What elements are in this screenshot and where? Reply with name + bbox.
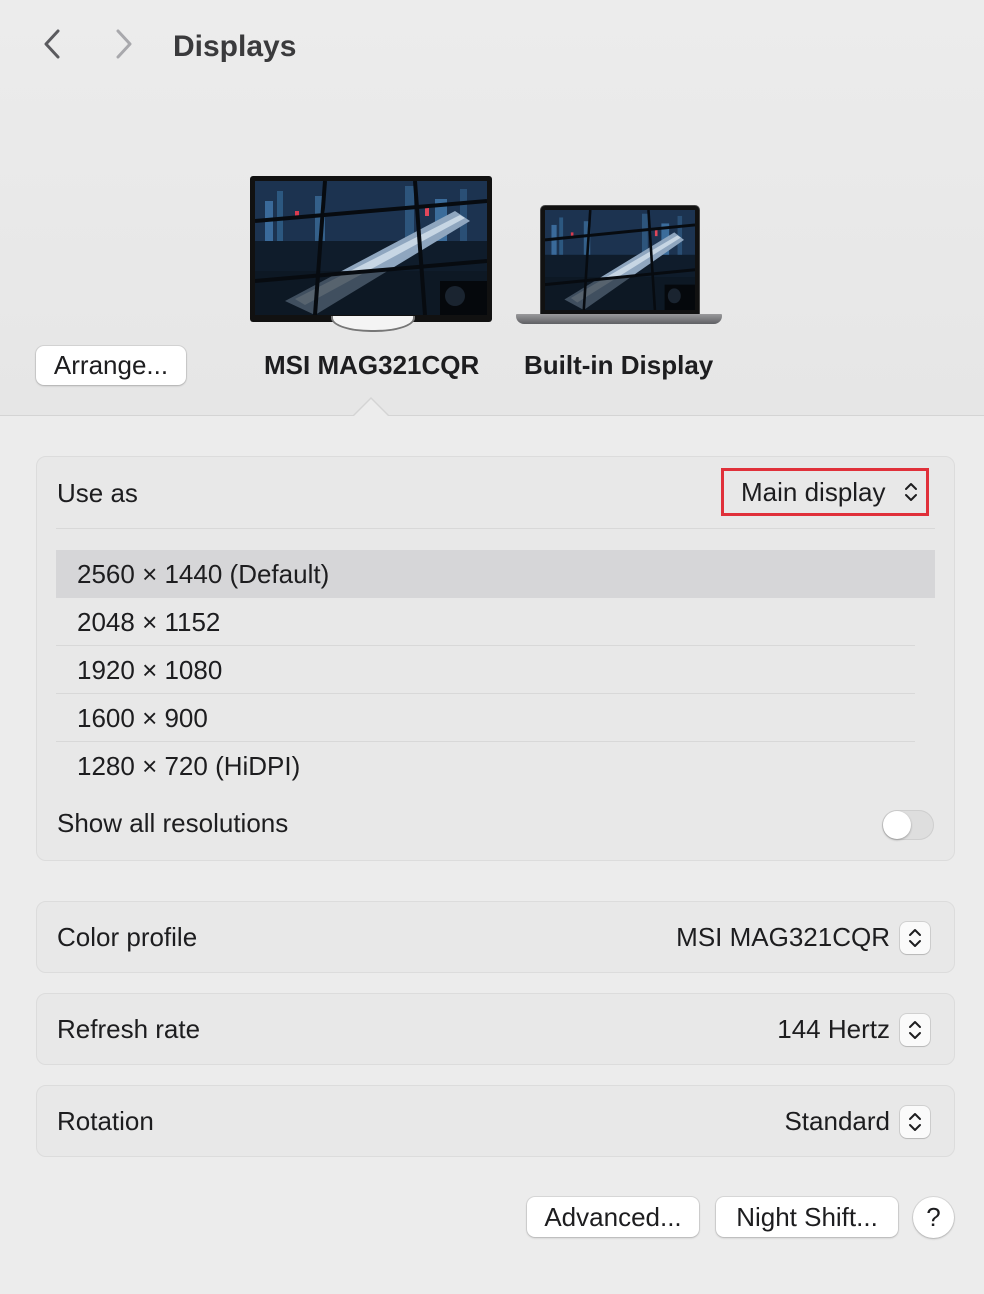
up-down-chevron-icon bbox=[908, 927, 922, 949]
up-down-chevron-icon bbox=[908, 1019, 922, 1041]
color-profile-label: Color profile bbox=[57, 922, 198, 952]
rotation-row: Rotation Standard bbox=[36, 1085, 955, 1157]
wallpaper-image bbox=[545, 210, 695, 310]
laptop-base bbox=[516, 314, 722, 324]
monitor-bezel bbox=[250, 176, 492, 322]
chevron-right-icon bbox=[114, 28, 134, 65]
show-all-resolutions-toggle[interactable] bbox=[882, 810, 934, 840]
resolution-label: 1280 × 720 (HiDPI) bbox=[77, 751, 301, 781]
toggle-knob bbox=[883, 811, 911, 839]
resolution-label: 2560 × 1440 (Default) bbox=[77, 559, 330, 589]
up-down-chevron-icon bbox=[908, 1111, 922, 1133]
laptop-thumbnail-builtin[interactable] bbox=[516, 205, 722, 329]
display-settings-card: Use as Main display 2560 × 1440 (Default… bbox=[36, 456, 955, 861]
show-all-resolutions-label: Show all resolutions bbox=[57, 808, 289, 838]
resolution-option[interactable]: 1920 × 1080 bbox=[56, 646, 935, 694]
use-as-label: Use as bbox=[57, 478, 138, 508]
up-down-chevron-icon bbox=[904, 480, 918, 504]
refresh-rate-popup[interactable] bbox=[900, 1014, 930, 1046]
resolution-label: 1600 × 900 bbox=[77, 703, 208, 733]
resolution-option[interactable]: 1600 × 900 bbox=[56, 694, 935, 742]
back-button[interactable] bbox=[34, 28, 70, 64]
color-profile-popup[interactable] bbox=[900, 922, 930, 954]
arrange-button[interactable]: Arrange... bbox=[36, 346, 186, 385]
chevron-left-icon bbox=[42, 28, 62, 65]
resolution-option[interactable]: 1280 × 720 (HiDPI) bbox=[56, 742, 935, 790]
help-button[interactable]: ? bbox=[913, 1197, 954, 1238]
advanced-button[interactable]: Advanced... bbox=[527, 1197, 699, 1237]
resolution-option[interactable]: 2048 × 1152 bbox=[56, 598, 935, 646]
resolution-label: 1920 × 1080 bbox=[77, 655, 223, 685]
resolution-list: 2560 × 1440 (Default) 2048 × 1152 1920 ×… bbox=[56, 550, 935, 790]
rotation-label: Rotation bbox=[57, 1106, 154, 1136]
display-name-builtin[interactable]: Built-in Display bbox=[524, 350, 713, 381]
rotation-value[interactable]: Standard bbox=[784, 1106, 890, 1137]
resolution-label: 2048 × 1152 bbox=[77, 607, 221, 637]
color-profile-row: Color profile MSI MAG321CQR bbox=[36, 901, 955, 973]
color-profile-value[interactable]: MSI MAG321CQR bbox=[676, 922, 890, 953]
use-as-value: Main display bbox=[741, 476, 886, 507]
night-shift-button[interactable]: Night Shift... bbox=[716, 1197, 898, 1237]
refresh-rate-row: Refresh rate 144 Hertz bbox=[36, 993, 955, 1065]
laptop-lid bbox=[540, 205, 700, 315]
laptop-notch bbox=[611, 206, 629, 210]
selection-pointer-fill bbox=[353, 399, 389, 417]
refresh-rate-value[interactable]: 144 Hertz bbox=[777, 1014, 890, 1045]
monitor-thumbnail-msi[interactable] bbox=[250, 176, 492, 332]
rotation-popup[interactable] bbox=[900, 1106, 930, 1138]
resolution-option-selected[interactable]: 2560 × 1440 (Default) bbox=[56, 550, 935, 598]
wallpaper-image bbox=[255, 181, 487, 315]
display-name-msi[interactable]: MSI MAG321CQR bbox=[264, 350, 479, 381]
page-title: Displays bbox=[173, 30, 297, 63]
monitor-stand bbox=[331, 316, 415, 332]
forward-button[interactable] bbox=[106, 28, 142, 64]
divider bbox=[56, 528, 935, 529]
use-as-popup[interactable]: Main display bbox=[721, 468, 929, 516]
refresh-rate-label: Refresh rate bbox=[57, 1014, 201, 1044]
